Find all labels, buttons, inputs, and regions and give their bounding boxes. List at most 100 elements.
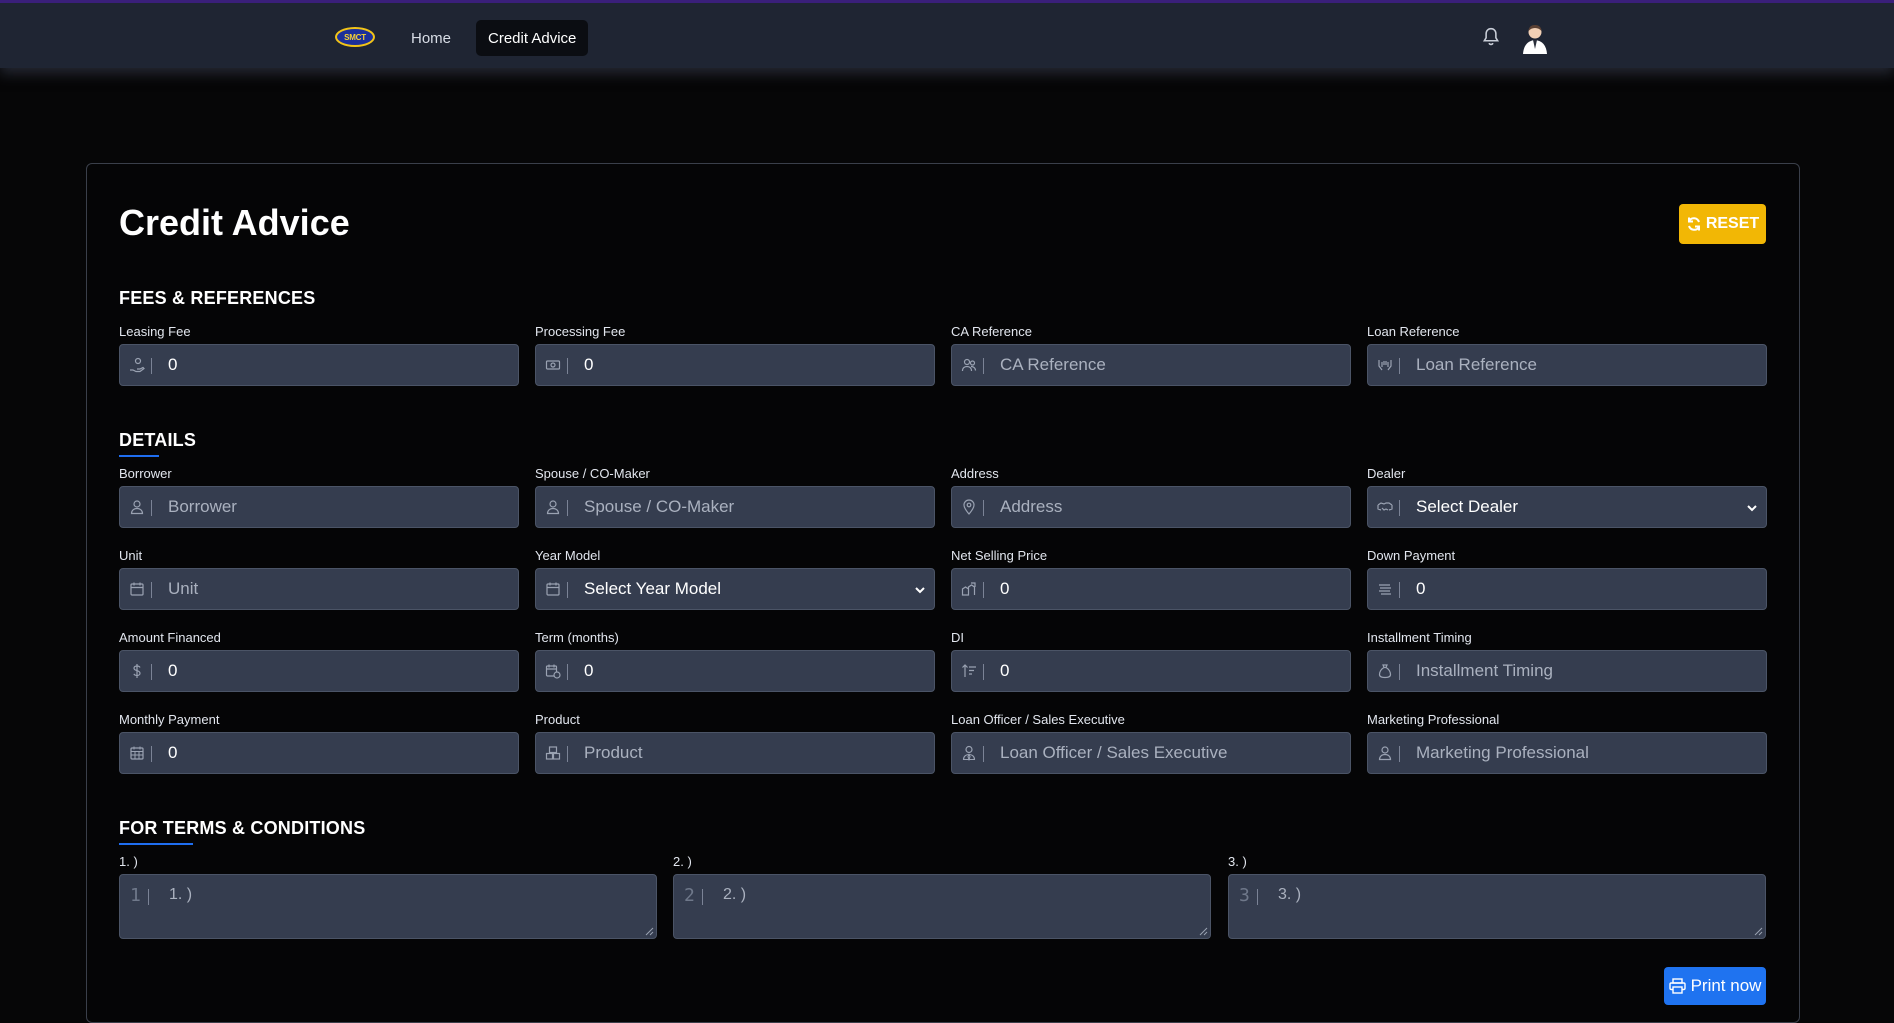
di-label: DI bbox=[951, 630, 964, 645]
details-section-title: DETAILS bbox=[119, 430, 197, 457]
term-2-label: 2. ) bbox=[673, 854, 692, 869]
unit-input[interactable]: Unit bbox=[119, 568, 519, 610]
term-3-number: 3 bbox=[1239, 885, 1250, 906]
processing-fee-label: Processing Fee bbox=[535, 324, 626, 339]
loan-reference-input[interactable]: Loan Reference bbox=[1367, 344, 1767, 386]
year-model-select[interactable]: Select Year Model bbox=[535, 568, 935, 610]
user-icon bbox=[536, 487, 570, 527]
processing-fee-value: 0 bbox=[584, 355, 594, 374]
term-3-textarea[interactable]: 3 3. ) bbox=[1228, 874, 1766, 939]
money-bag-icon bbox=[1368, 651, 1402, 691]
amount-financed-label: Amount Financed bbox=[119, 630, 221, 645]
reset-label: RESET bbox=[1705, 215, 1760, 232]
user-icon bbox=[1368, 733, 1402, 773]
divider bbox=[702, 889, 703, 905]
price-tag-icon bbox=[952, 569, 986, 609]
hands-icon bbox=[1368, 345, 1402, 385]
term-2-textarea[interactable]: 2 2. ) bbox=[673, 874, 1211, 939]
resize-grip-icon[interactable] bbox=[1199, 927, 1208, 936]
processing-fee-input[interactable]: 0 bbox=[535, 344, 935, 386]
dealer-select[interactable]: Select Dealer bbox=[1367, 486, 1767, 528]
resize-grip-icon[interactable] bbox=[645, 927, 654, 936]
bell-icon[interactable] bbox=[1482, 27, 1500, 47]
spouse-input[interactable]: Spouse / CO-Maker bbox=[535, 486, 935, 528]
net-selling-price-value: 0 bbox=[1000, 579, 1010, 598]
dealer-label: Dealer bbox=[1367, 466, 1406, 481]
loan-reference-label: Loan Reference bbox=[1367, 324, 1460, 339]
product-placeholder: Product bbox=[584, 743, 643, 762]
term-1-number: 1 bbox=[130, 885, 141, 906]
term-1-placeholder: 1. ) bbox=[169, 886, 193, 903]
print-now-button[interactable]: Print now bbox=[1664, 967, 1766, 1005]
product-input[interactable]: Product bbox=[535, 732, 935, 774]
calendar-clock-icon bbox=[536, 651, 570, 691]
dealer-selected: Select Dealer bbox=[1416, 497, 1519, 516]
di-value: 0 bbox=[1000, 661, 1010, 680]
sort-amount-icon bbox=[952, 651, 986, 691]
ca-reference-input[interactable]: CA Reference bbox=[951, 344, 1351, 386]
calendar-icon bbox=[120, 569, 154, 609]
term-label: Term (months) bbox=[535, 630, 619, 645]
chevron-down-icon bbox=[915, 587, 925, 594]
unit-label: Unit bbox=[119, 548, 143, 563]
amount-financed-value: 0 bbox=[168, 661, 178, 680]
brand-logo[interactable]: SMCT bbox=[335, 27, 375, 47]
dollar-icon bbox=[120, 651, 154, 691]
address-placeholder: Address bbox=[1000, 497, 1063, 516]
loan-officer-placeholder: Loan Officer / Sales Executive bbox=[1000, 743, 1228, 762]
term-value: 0 bbox=[584, 661, 594, 680]
loan-officer-input[interactable]: Loan Officer / Sales Executive bbox=[951, 732, 1351, 774]
top-navbar: SMCT Home Credit Advice bbox=[0, 0, 1894, 68]
calendar-icon bbox=[536, 569, 570, 609]
printer-icon bbox=[1668, 978, 1686, 994]
terms-section-title: FOR TERMS & CONDITIONS bbox=[119, 818, 366, 845]
address-input[interactable]: Address bbox=[951, 486, 1351, 528]
installment-timing-input[interactable]: Installment Timing bbox=[1367, 650, 1767, 692]
monthly-payment-label: Monthly Payment bbox=[119, 712, 220, 727]
marketing-input[interactable]: Marketing Professional bbox=[1367, 732, 1767, 774]
user-tie-icon bbox=[952, 733, 986, 773]
chevron-down-icon bbox=[1747, 505, 1757, 512]
term-1-label: 1. ) bbox=[119, 854, 138, 869]
borrower-input[interactable]: Borrower bbox=[119, 486, 519, 528]
amount-financed-input[interactable]: 0 bbox=[119, 650, 519, 692]
fees-section-title: FEES & REFERENCES bbox=[119, 288, 316, 308]
hand-coin-icon bbox=[120, 345, 154, 385]
reset-button[interactable]: RESET bbox=[1679, 204, 1766, 244]
nav-credit-advice-link[interactable]: Credit Advice bbox=[476, 20, 589, 56]
nav-home-link[interactable]: Home bbox=[399, 20, 463, 56]
term-1-textarea[interactable]: 1 1. ) bbox=[119, 874, 657, 939]
page-title: Credit Advice bbox=[119, 202, 350, 243]
monthly-payment-value: 0 bbox=[168, 743, 178, 762]
borrower-placeholder: Borrower bbox=[168, 497, 237, 516]
term-input[interactable]: 0 bbox=[535, 650, 935, 692]
spouse-placeholder: Spouse / CO-Maker bbox=[584, 497, 735, 516]
print-now-label: Print now bbox=[1690, 976, 1762, 995]
resize-grip-icon[interactable] bbox=[1754, 927, 1763, 936]
term-3-label: 3. ) bbox=[1228, 854, 1247, 869]
term-3-placeholder: 3. ) bbox=[1278, 886, 1302, 903]
leasing-fee-value: 0 bbox=[168, 355, 178, 374]
installment-timing-placeholder: Installment Timing bbox=[1416, 661, 1553, 680]
term-2-number: 2 bbox=[684, 885, 695, 906]
year-model-label: Year Model bbox=[535, 548, 601, 563]
net-selling-price-input[interactable]: 0 bbox=[951, 568, 1351, 610]
address-label: Address bbox=[951, 466, 999, 481]
monthly-payment-input[interactable]: 0 bbox=[119, 732, 519, 774]
down-payment-input[interactable]: 0 bbox=[1367, 568, 1767, 610]
down-payment-label: Down Payment bbox=[1367, 548, 1456, 563]
loan-officer-label: Loan Officer / Sales Executive bbox=[951, 712, 1125, 727]
money-bill-icon bbox=[536, 345, 570, 385]
installment-timing-label: Installment Timing bbox=[1367, 630, 1472, 645]
ca-reference-placeholder: CA Reference bbox=[1000, 355, 1106, 374]
leasing-fee-input[interactable]: 0 bbox=[119, 344, 519, 386]
loan-reference-placeholder: Loan Reference bbox=[1416, 355, 1537, 374]
user-icon bbox=[120, 487, 154, 527]
marketing-label: Marketing Professional bbox=[1367, 712, 1500, 727]
net-selling-price-label: Net Selling Price bbox=[951, 548, 1048, 563]
term-2-placeholder: 2. ) bbox=[723, 886, 747, 903]
boxes-icon bbox=[536, 733, 570, 773]
user-avatar-icon[interactable] bbox=[1520, 23, 1550, 55]
di-input[interactable]: 0 bbox=[951, 650, 1351, 692]
cash-stack-icon bbox=[1368, 569, 1402, 609]
